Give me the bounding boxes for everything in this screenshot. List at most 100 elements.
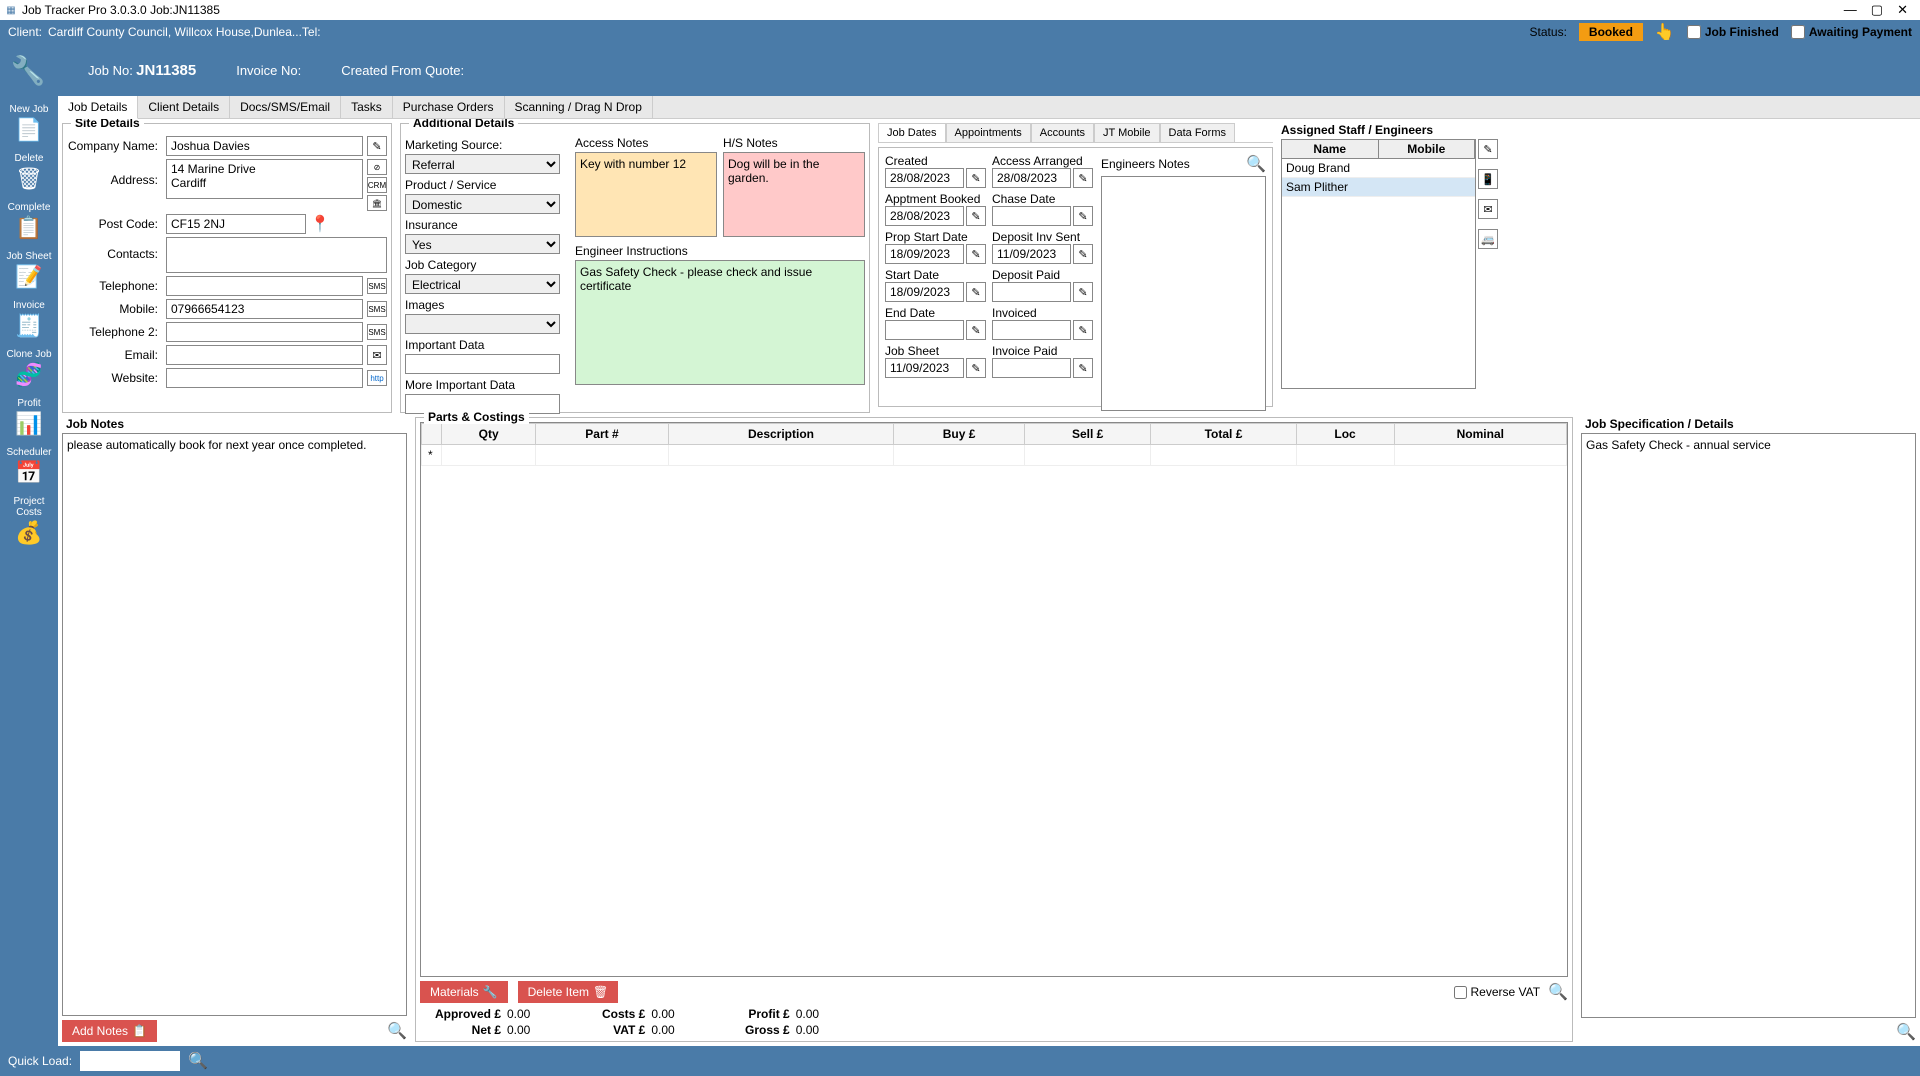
product-select[interactable]: Domestic: [405, 194, 560, 214]
crm-icon[interactable]: CRM: [367, 177, 387, 193]
dates-tab-appointments[interactable]: Appointments: [946, 123, 1031, 142]
dates-tab-jt-mobile[interactable]: JT Mobile: [1094, 123, 1159, 142]
edit-company-icon[interactable]: ✎: [367, 136, 387, 156]
mobile-input[interactable]: [166, 299, 363, 319]
deposit-paid-input[interactable]: [992, 282, 1071, 302]
edit-staff-icon[interactable]: ✎: [1478, 139, 1498, 159]
contacts-input[interactable]: [166, 237, 387, 273]
marketing-select[interactable]: Referral: [405, 154, 560, 174]
engineers-notes-input[interactable]: [1101, 176, 1266, 411]
apptment-input[interactable]: [885, 206, 964, 226]
edit-date-icon[interactable]: ✎: [1073, 206, 1093, 226]
delete-button[interactable]: Delete🗑: [0, 149, 58, 196]
sms-icon-3[interactable]: SMS: [367, 324, 387, 340]
tab-tasks[interactable]: Tasks: [341, 96, 393, 118]
dates-tab-job-dates[interactable]: Job Dates: [878, 123, 946, 142]
images-select[interactable]: [405, 314, 560, 334]
edit-date-icon[interactable]: ✎: [1073, 358, 1093, 378]
end-input[interactable]: [885, 320, 964, 340]
delete-item-button[interactable]: Delete Item 🗑: [518, 981, 619, 1003]
scheduler-button[interactable]: Scheduler📅: [0, 443, 58, 490]
edit-date-icon[interactable]: ✎: [1073, 282, 1093, 302]
category-select[interactable]: Electrical: [405, 274, 560, 294]
hs-notes-input[interactable]: Dog will be in the garden.: [723, 152, 865, 237]
clear-icon[interactable]: ⊘: [367, 159, 387, 175]
complete-button[interactable]: Complete📋: [0, 198, 58, 245]
project-costs-button[interactable]: Project Costs💰: [0, 492, 58, 550]
edit-date-icon[interactable]: ✎: [966, 282, 986, 302]
awaiting-payment-input[interactable]: [1791, 25, 1805, 39]
zoom-spec-icon[interactable]: 🔍: [1896, 1024, 1916, 1041]
invoice-paid-input[interactable]: [992, 358, 1071, 378]
dates-tab-accounts[interactable]: Accounts: [1031, 123, 1094, 142]
job-notes-input[interactable]: please automatically book for next year …: [62, 433, 407, 1016]
maximize-button[interactable]: ▢: [1871, 2, 1883, 18]
telephone-input[interactable]: [166, 276, 363, 296]
telephone2-input[interactable]: [166, 322, 363, 342]
insurance-select[interactable]: Yes: [405, 234, 560, 254]
important-input[interactable]: [405, 354, 560, 374]
location-pin-icon[interactable]: 📍: [310, 214, 330, 234]
deposit-sent-input[interactable]: [992, 244, 1071, 264]
email-icon[interactable]: ✉: [367, 345, 387, 365]
postcode-input[interactable]: [166, 214, 306, 234]
staff-row[interactable]: Sam Plither: [1282, 178, 1475, 197]
start-input[interactable]: [885, 282, 964, 302]
edit-date-icon[interactable]: ✎: [966, 320, 986, 340]
access-notes-input[interactable]: Key with number 12: [575, 152, 717, 237]
access-arranged-input[interactable]: [992, 168, 1071, 188]
created-input[interactable]: [885, 168, 964, 188]
close-button[interactable]: ✕: [1897, 2, 1908, 18]
tab-scanning[interactable]: Scanning / Drag N Drop: [505, 96, 653, 118]
hand-icon[interactable]: 👆: [1655, 22, 1675, 42]
staff-row[interactable]: Doug Brand: [1282, 159, 1475, 178]
zoom-notes-icon[interactable]: 🔍: [387, 1021, 407, 1041]
chase-input[interactable]: [992, 206, 1071, 226]
dates-tab-data-forms[interactable]: Data Forms: [1160, 123, 1235, 142]
http-icon[interactable]: http: [367, 370, 387, 386]
job-finished-input[interactable]: [1687, 25, 1701, 39]
invoiced-input[interactable]: [992, 320, 1071, 340]
clone-job-button[interactable]: Clone Job🧬: [0, 345, 58, 392]
add-notes-button[interactable]: Add Notes 📋: [62, 1020, 157, 1042]
mobile-icon[interactable]: 📱: [1478, 169, 1498, 189]
tab-purchase-orders[interactable]: Purchase Orders: [393, 96, 505, 118]
van-icon[interactable]: 🚐: [1478, 229, 1498, 249]
tab-client-details[interactable]: Client Details: [138, 96, 230, 118]
tab-job-details[interactable]: Job Details: [58, 96, 138, 119]
job-sheet-date-input[interactable]: [885, 358, 964, 378]
email-input[interactable]: [166, 345, 363, 365]
website-input[interactable]: [166, 368, 363, 388]
quick-load-input[interactable]: [80, 1051, 180, 1071]
invoice-button[interactable]: Invoice🧾: [0, 296, 58, 343]
job-finished-checkbox[interactable]: Job Finished: [1687, 25, 1779, 39]
edit-date-icon[interactable]: ✎: [1073, 244, 1093, 264]
company-input[interactable]: [166, 136, 363, 156]
sms-icon-2[interactable]: SMS: [367, 301, 387, 317]
edit-date-icon[interactable]: ✎: [966, 206, 986, 226]
reverse-vat-checkbox[interactable]: Reverse VAT: [1454, 985, 1541, 999]
edit-date-icon[interactable]: ✎: [1073, 320, 1093, 340]
tab-docs[interactable]: Docs/SMS/Email: [230, 96, 341, 118]
edit-date-icon[interactable]: ✎: [966, 358, 986, 378]
minimize-button[interactable]: —: [1844, 2, 1857, 18]
spec-input[interactable]: Gas Safety Check - annual service: [1581, 433, 1916, 1018]
sms-icon-1[interactable]: SMS: [367, 278, 387, 294]
profit-button[interactable]: Profit📊: [0, 394, 58, 441]
address-input[interactable]: 14 Marine Drive Cardiff: [166, 159, 363, 199]
awaiting-payment-checkbox[interactable]: Awaiting Payment: [1791, 25, 1912, 39]
search-icon[interactable]: 🔍: [188, 1051, 208, 1071]
job-sheet-button[interactable]: Job Sheet📝: [0, 247, 58, 294]
engineer-inst-input[interactable]: Gas Safety Check - please check and issu…: [575, 260, 865, 385]
parts-empty-row[interactable]: *: [422, 445, 1567, 466]
new-job-button[interactable]: New Job📄: [0, 100, 58, 147]
prop-start-input[interactable]: [885, 244, 964, 264]
zoom-parts-icon[interactable]: 🔍: [1548, 982, 1568, 1002]
edit-date-icon[interactable]: ✎: [1073, 168, 1093, 188]
edit-date-icon[interactable]: ✎: [966, 244, 986, 264]
edit-date-icon[interactable]: ✎: [966, 168, 986, 188]
materials-button[interactable]: Materials 🔧: [420, 981, 508, 1003]
bank-icon[interactable]: 🏛: [367, 195, 387, 211]
zoom-icon[interactable]: 🔍: [1246, 154, 1266, 174]
email-staff-icon[interactable]: ✉: [1478, 199, 1498, 219]
